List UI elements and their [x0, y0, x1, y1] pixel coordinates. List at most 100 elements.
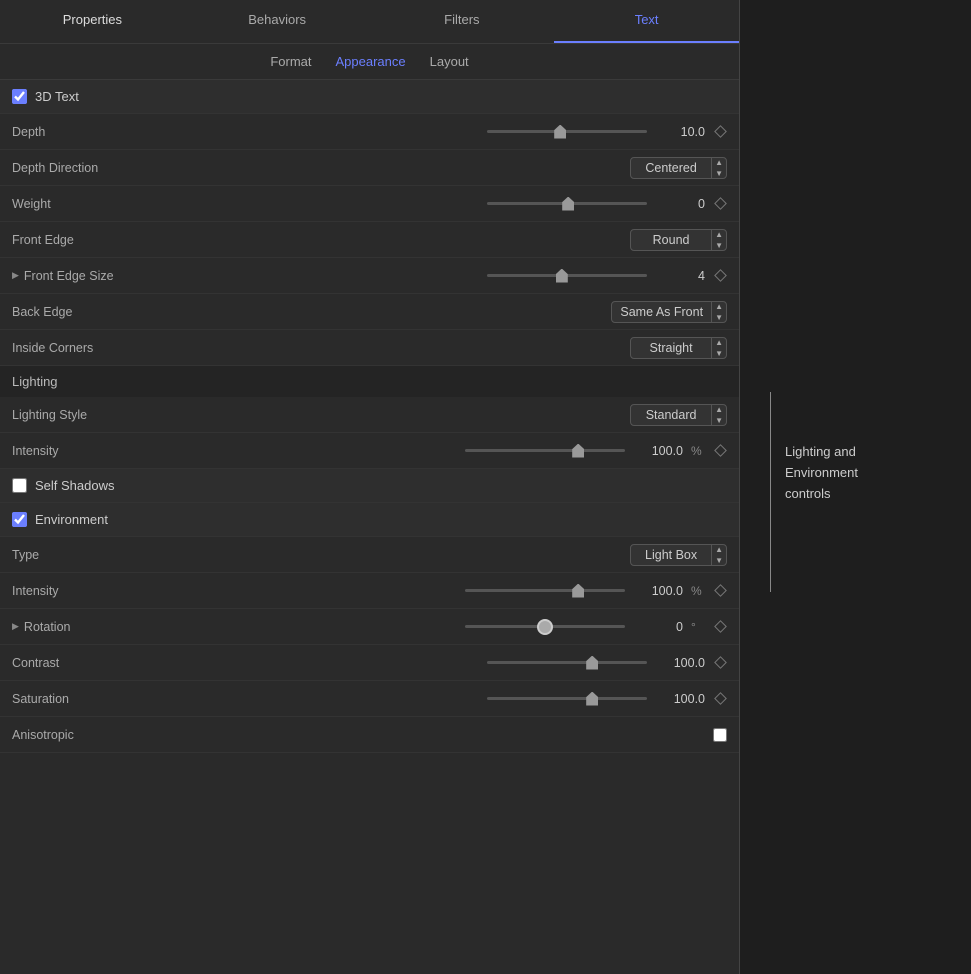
tab-filters[interactable]: Filters [370, 0, 555, 43]
inside-corners-arrows[interactable]: ▲ ▼ [711, 337, 726, 359]
rotation-label: ▶ Rotation [12, 620, 142, 634]
subtab-layout[interactable]: Layout [430, 50, 469, 73]
back-edge-stepper[interactable]: Same As Front ▲ ▼ [611, 301, 727, 323]
front-edge-size-value: 4 [655, 269, 705, 283]
saturation-controls: 100.0 [142, 692, 727, 706]
tab-properties[interactable]: Properties [0, 0, 185, 43]
front-edge-size-controls: 4 [142, 269, 727, 283]
lighting-style-arrows[interactable]: ▲ ▼ [711, 404, 726, 426]
front-edge-size-slider[interactable] [487, 274, 647, 277]
weight-slider[interactable] [487, 202, 647, 205]
environment-type-row: Type Light Box ▲ ▼ [0, 537, 739, 573]
annotation-text-line3: controls [785, 484, 858, 505]
environment-type-down[interactable]: ▼ [712, 555, 726, 566]
lighting-style-stepper[interactable]: Standard ▲ ▼ [630, 404, 727, 426]
rotation-diamond[interactable] [713, 620, 727, 634]
depth-direction-arrows[interactable]: ▲ ▼ [711, 157, 726, 179]
front-edge-arrows[interactable]: ▲ ▼ [711, 229, 726, 251]
lighting-intensity-label: Intensity [12, 444, 142, 458]
environment-type-label: Type [12, 548, 142, 562]
rotation-row: ▶ Rotation 0 ° [0, 609, 739, 645]
expand-rotation[interactable]: ▶ [12, 621, 19, 632]
depth-direction-down[interactable]: ▼ [712, 168, 726, 179]
front-edge-size-label: ▶ Front Edge Size [12, 269, 142, 283]
environment-label: Environment [35, 512, 108, 527]
inside-corners-up[interactable]: ▲ [712, 337, 726, 348]
environment-type-controls: Light Box ▲ ▼ [142, 544, 727, 566]
weight-controls: 0 [142, 197, 727, 211]
weight-row: Weight 0 [0, 186, 739, 222]
rotation-controls: 0 ° [142, 620, 727, 634]
environment-checkbox[interactable] [12, 512, 27, 527]
saturation-diamond[interactable] [713, 692, 727, 706]
rotation-slider[interactable] [465, 625, 625, 628]
lighting-intensity-slider[interactable] [465, 449, 625, 452]
depth-direction-label: Depth Direction [12, 161, 142, 175]
front-edge-controls: Round ▲ ▼ [142, 229, 727, 251]
environment-intensity-value: 100.0 [633, 584, 683, 598]
contrast-value: 100.0 [655, 656, 705, 670]
environment-intensity-slider[interactable] [465, 589, 625, 592]
environment-intensity-diamond[interactable] [713, 584, 727, 598]
anisotropic-checkbox[interactable] [713, 728, 727, 742]
environment-type-arrows[interactable]: ▲ ▼ [711, 544, 726, 566]
weight-label: Weight [12, 197, 142, 211]
lighting-style-controls: Standard ▲ ▼ [142, 404, 727, 426]
annotation-text-line1: Lighting and [785, 442, 858, 463]
3d-text-checkbox[interactable] [12, 89, 27, 104]
contrast-slider[interactable] [487, 661, 647, 664]
anisotropic-row: Anisotropic [0, 717, 739, 753]
depth-direction-up[interactable]: ▲ [712, 157, 726, 168]
back-edge-down[interactable]: ▼ [712, 312, 726, 323]
saturation-row: Saturation 100.0 [0, 681, 739, 717]
lighting-intensity-diamond[interactable] [713, 444, 727, 458]
inside-corners-label: Inside Corners [12, 341, 142, 355]
environment-intensity-unit: % [691, 584, 705, 598]
self-shadows-row[interactable]: Self Shadows [0, 469, 739, 503]
front-edge-stepper[interactable]: Round ▲ ▼ [630, 229, 727, 251]
back-edge-up[interactable]: ▲ [712, 301, 726, 312]
lighting-style-row: Lighting Style Standard ▲ ▼ [0, 397, 739, 433]
depth-direction-stepper[interactable]: Centered ▲ ▼ [630, 157, 727, 179]
environment-intensity-controls: 100.0 % [142, 584, 727, 598]
depth-diamond[interactable] [713, 125, 727, 139]
environment-type-up[interactable]: ▲ [712, 544, 726, 555]
inside-corners-controls: Straight ▲ ▼ [142, 337, 727, 359]
front-edge-size-diamond[interactable] [713, 269, 727, 283]
rotation-unit: ° [691, 620, 705, 634]
subtab-appearance[interactable]: Appearance [336, 50, 406, 73]
front-edge-up[interactable]: ▲ [712, 229, 726, 240]
subtab-format[interactable]: Format [270, 50, 311, 73]
3d-text-row[interactable]: 3D Text [0, 80, 739, 114]
tab-behaviors[interactable]: Behaviors [185, 0, 370, 43]
weight-diamond[interactable] [713, 197, 727, 211]
sidebar-annotation: Lighting and Environment controls [760, 382, 858, 592]
environment-intensity-row: Intensity 100.0 % [0, 573, 739, 609]
expand-front-edge-size[interactable]: ▶ [12, 270, 19, 281]
annotation-text-line2: Environment [785, 463, 858, 484]
lighting-intensity-row: Intensity 100.0 % [0, 433, 739, 469]
saturation-slider[interactable] [487, 697, 647, 700]
inside-corners-down[interactable]: ▼ [712, 348, 726, 359]
back-edge-arrows[interactable]: ▲ ▼ [711, 301, 726, 323]
front-edge-down[interactable]: ▼ [712, 240, 726, 251]
anisotropic-controls [142, 728, 727, 742]
environment-intensity-label: Intensity [12, 584, 142, 598]
environment-type-stepper[interactable]: Light Box ▲ ▼ [630, 544, 727, 566]
depth-direction-row: Depth Direction Centered ▲ ▼ [0, 150, 739, 186]
depth-direction-controls: Centered ▲ ▼ [142, 157, 727, 179]
lighting-intensity-value: 100.0 [633, 444, 683, 458]
tab-text[interactable]: Text [554, 0, 739, 43]
lighting-style-up[interactable]: ▲ [712, 404, 726, 415]
self-shadows-checkbox[interactable] [12, 478, 27, 493]
contrast-controls: 100.0 [142, 656, 727, 670]
contrast-diamond[interactable] [713, 656, 727, 670]
inside-corners-stepper[interactable]: Straight ▲ ▼ [630, 337, 727, 359]
environment-row[interactable]: Environment [0, 503, 739, 537]
depth-slider[interactable] [487, 130, 647, 133]
annotation-area: Lighting and Environment controls [740, 0, 971, 974]
subtab-bar: Format Appearance Layout [0, 44, 739, 80]
anisotropic-label: Anisotropic [12, 728, 142, 742]
lighting-style-down[interactable]: ▼ [712, 415, 726, 426]
scroll-area[interactable]: 3D Text Depth 10.0 Depth Direction Cen [0, 80, 739, 974]
